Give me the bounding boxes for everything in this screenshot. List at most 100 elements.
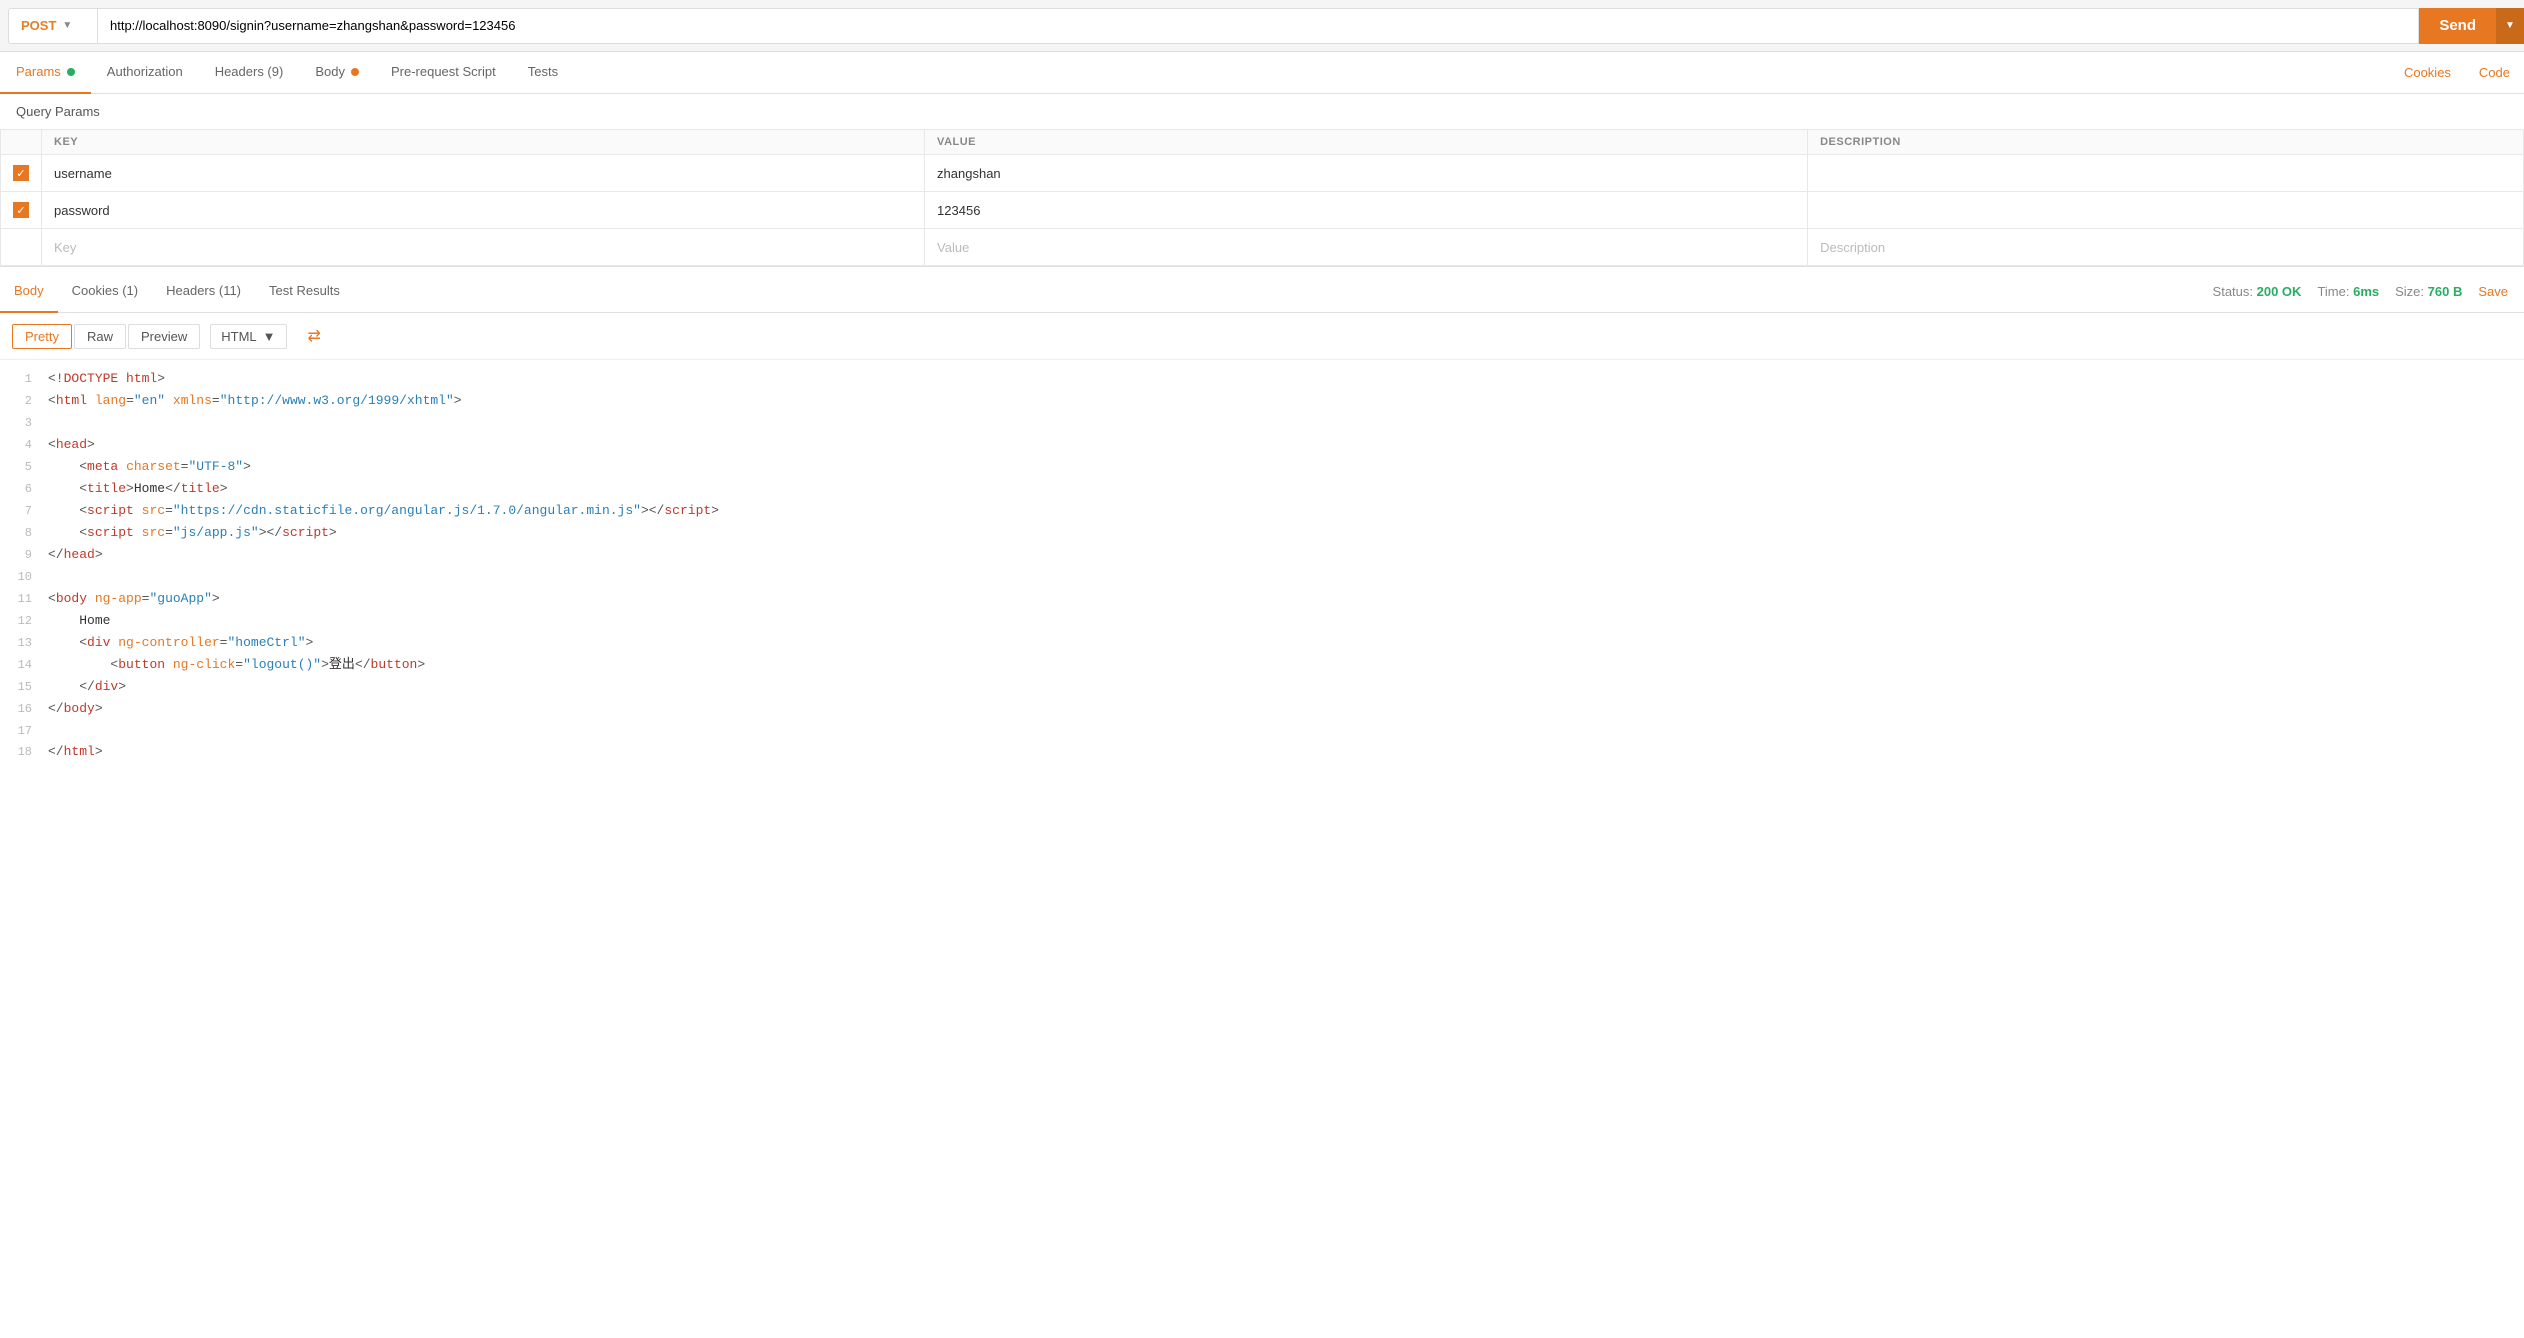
send-dropdown-icon[interactable]: ▼ xyxy=(2496,8,2524,44)
url-input[interactable] xyxy=(98,8,2419,44)
response-tab-test-results[interactable]: Test Results xyxy=(255,271,354,313)
status-size: 760 B xyxy=(2428,284,2463,299)
format-type-label: HTML xyxy=(221,329,256,344)
save-link[interactable]: Save xyxy=(2478,284,2508,299)
param-value-username: zhangshan xyxy=(937,166,1001,181)
code-line: 8 <script src="js/app.js"></script> xyxy=(0,522,2524,544)
col-value: VALUE xyxy=(925,130,1808,155)
line-number: 8 xyxy=(0,522,48,543)
line-number: 9 xyxy=(0,544,48,565)
wrap-button[interactable]: ⇄ xyxy=(297,321,332,351)
key-placeholder: Key xyxy=(54,240,76,255)
response-tab-cookies[interactable]: Cookies (1) xyxy=(58,271,152,313)
param-key-username: username xyxy=(54,166,112,181)
right-tabs: Cookies Code xyxy=(2390,52,2524,94)
line-content: <button ng-click="logout()">登出</button> xyxy=(48,654,2524,676)
line-content: <title>Home</title> xyxy=(48,478,2524,500)
line-number: 2 xyxy=(0,390,48,411)
line-content: </div> xyxy=(48,676,2524,698)
table-row: ✓ username zhangshan xyxy=(1,155,2524,192)
code-line: 7 <script src="https://cdn.staticfile.or… xyxy=(0,500,2524,522)
param-key-password: password xyxy=(54,203,110,218)
table-row-empty: Key Value Description xyxy=(1,229,2524,266)
line-number: 16 xyxy=(0,698,48,719)
line-content: </head> xyxy=(48,544,2524,566)
line-content: </html> xyxy=(48,741,2524,763)
format-raw-button[interactable]: Raw xyxy=(74,324,126,349)
col-description: DESCRIPTION xyxy=(1808,130,2524,155)
line-number: 15 xyxy=(0,676,48,697)
tab-body[interactable]: Body xyxy=(299,52,375,94)
status-time: 6ms xyxy=(2353,284,2379,299)
line-content: <html lang="en" xmlns="http://www.w3.org… xyxy=(48,390,2524,412)
code-line: 13 <div ng-controller="homeCtrl"> xyxy=(0,632,2524,654)
line-number: 13 xyxy=(0,632,48,653)
line-number: 18 xyxy=(0,741,48,762)
line-number: 3 xyxy=(0,412,48,433)
send-button[interactable]: Send xyxy=(2419,8,2496,44)
line-number: 5 xyxy=(0,456,48,477)
code-line: 14 <button ng-click="logout()">登出</butto… xyxy=(0,654,2524,676)
tab-params[interactable]: Params xyxy=(0,52,91,94)
method-chevron-icon: ▼ xyxy=(62,20,72,31)
body-dot xyxy=(351,68,359,76)
line-number: 11 xyxy=(0,588,48,609)
method-select[interactable]: POST ▼ xyxy=(8,8,98,44)
code-line: 1<!DOCTYPE html> xyxy=(0,368,2524,390)
line-number: 14 xyxy=(0,654,48,675)
table-row: ✓ password 123456 xyxy=(1,192,2524,229)
line-number: 7 xyxy=(0,500,48,521)
col-checkbox xyxy=(1,130,42,155)
format-type-chevron-icon: ▼ xyxy=(263,329,276,344)
line-content: <!DOCTYPE html> xyxy=(48,368,2524,390)
divider xyxy=(0,266,2524,267)
code-line: 16</body> xyxy=(0,698,2524,720)
tab-cookies[interactable]: Cookies xyxy=(2390,52,2465,94)
checkbox-password[interactable]: ✓ xyxy=(13,202,29,218)
line-content: <script src="https://cdn.staticfile.org/… xyxy=(48,500,2524,522)
checkbox-username[interactable]: ✓ xyxy=(13,165,29,181)
query-params-label: Query Params xyxy=(0,94,2524,129)
line-number: 10 xyxy=(0,566,48,587)
line-number: 6 xyxy=(0,478,48,499)
line-number: 4 xyxy=(0,434,48,455)
tab-code[interactable]: Code xyxy=(2465,52,2524,94)
code-line: 11<body ng-app="guoApp"> xyxy=(0,588,2524,610)
params-table: KEY VALUE DESCRIPTION ✓ username zhangsh… xyxy=(0,129,2524,266)
code-line: 18</html> xyxy=(0,741,2524,763)
format-type-select[interactable]: HTML ▼ xyxy=(210,324,286,349)
response-tabs-row: Body Cookies (1) Headers (11) Test Resul… xyxy=(0,271,2524,313)
request-tabs-row: Params Authorization Headers (9) Body Pr… xyxy=(0,52,2524,94)
code-line: 2<html lang="en" xmlns="http://www.w3.or… xyxy=(0,390,2524,412)
code-line: 9</head> xyxy=(0,544,2524,566)
line-content: <meta charset="UTF-8"> xyxy=(48,456,2524,478)
code-area: 1<!DOCTYPE html>2<html lang="en" xmlns="… xyxy=(0,360,2524,772)
line-content: <div ng-controller="homeCtrl"> xyxy=(48,632,2524,654)
code-line: 10 xyxy=(0,566,2524,587)
line-content: <body ng-app="guoApp"> xyxy=(48,588,2524,610)
code-line: 12 Home xyxy=(0,610,2524,632)
format-pretty-button[interactable]: Pretty xyxy=(12,324,72,349)
code-line: 17 xyxy=(0,720,2524,741)
tab-prerequest[interactable]: Pre-request Script xyxy=(375,52,512,94)
response-status: Status: 200 OK Time: 6ms Size: 760 B Sav… xyxy=(2213,284,2524,299)
line-content: Home xyxy=(48,610,2524,632)
tab-authorization[interactable]: Authorization xyxy=(91,52,199,94)
url-bar: POST ▼ Send ▼ xyxy=(0,0,2524,52)
size-label: Size: xyxy=(2395,284,2424,299)
response-tab-headers[interactable]: Headers (11) xyxy=(152,271,255,313)
code-line: 5 <meta charset="UTF-8"> xyxy=(0,456,2524,478)
tab-tests[interactable]: Tests xyxy=(512,52,574,94)
format-preview-button[interactable]: Preview xyxy=(128,324,200,349)
code-line: 6 <title>Home</title> xyxy=(0,478,2524,500)
response-tab-body[interactable]: Body xyxy=(0,271,58,313)
code-line: 3 xyxy=(0,412,2524,433)
time-label: Time: xyxy=(2317,284,2349,299)
status-label: Status: xyxy=(2213,284,2253,299)
line-number: 1 xyxy=(0,368,48,389)
line-content: </body> xyxy=(48,698,2524,720)
param-value-password: 123456 xyxy=(937,203,980,218)
format-bar: Pretty Raw Preview HTML ▼ ⇄ xyxy=(0,313,2524,360)
tab-headers[interactable]: Headers (9) xyxy=(199,52,300,94)
code-line: 15 </div> xyxy=(0,676,2524,698)
